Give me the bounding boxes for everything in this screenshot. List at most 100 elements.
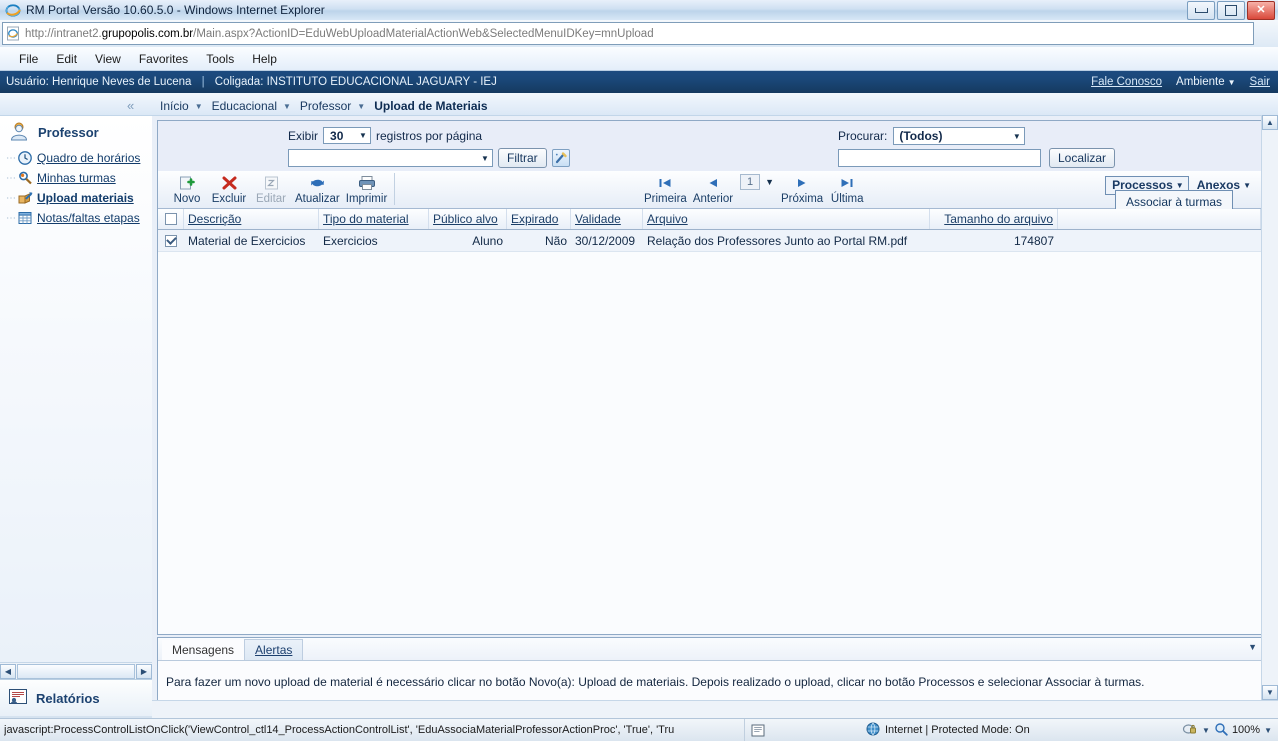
chevron-down-icon: ▼ (359, 131, 367, 140)
minimize-button[interactable] (1187, 1, 1215, 20)
address-bar: http://intranet2.grupopolis.com.br/Main.… (0, 20, 1278, 58)
fale-conosco-link[interactable]: Fale Conosco (1091, 76, 1162, 88)
procurar-label: Procurar: (838, 129, 888, 143)
column-header-arquivo[interactable]: Arquivo (643, 209, 930, 229)
sidebar-item-label[interactable]: Minhas turmas (37, 171, 116, 185)
scroll-thumb[interactable] (17, 664, 135, 679)
sidebar-item-label[interactable]: Upload materiais (37, 191, 134, 205)
clock-icon (17, 150, 33, 166)
localizar-input[interactable] (838, 149, 1041, 167)
imprimir-button[interactable]: Imprimir (343, 172, 391, 205)
proxima-button[interactable]: Próxima (778, 172, 826, 205)
ambiente-label: Ambiente (1176, 76, 1225, 88)
scroll-up-icon[interactable]: ▲ (1262, 115, 1278, 130)
table-row[interactable]: Material de Exercicios Exercicios Aluno … (158, 230, 1261, 252)
grades-icon (17, 210, 33, 226)
atualizar-button[interactable]: Atualizar (292, 172, 343, 205)
scroll-down-icon[interactable]: ▼ (1262, 685, 1278, 700)
editar-button[interactable]: Editar (250, 172, 292, 205)
sidebar-item-notas-faltas-etapas[interactable]: ⋯ Notas/faltas etapas (0, 208, 152, 228)
breadcrumb: Início ▼ Educacional ▼ Professor ▼ Upload d… (157, 99, 491, 113)
sidebar-item-label[interactable]: Quadro de horários (37, 151, 140, 165)
sidebar-item-minhas-turmas[interactable]: ⋯ Minhas turmas (0, 168, 152, 188)
localizar-button[interactable]: Localizar (1049, 148, 1116, 168)
chevron-down-icon[interactable]: ▼ (1202, 726, 1210, 735)
security-zone[interactable]: Internet | Protected Mode: On (866, 722, 1030, 739)
records-per-page-value: 30 (330, 128, 344, 143)
print-icon (358, 174, 376, 192)
current-page-input[interactable]: 1 (740, 173, 761, 190)
records-per-page-select[interactable]: 30 ▼ (323, 127, 372, 144)
address-input[interactable]: http://intranet2.grupopolis.com.br/Main.… (2, 22, 1254, 45)
pager-label: Última (830, 193, 864, 205)
column-header-tipo-do-material[interactable]: Tipo do material (319, 209, 429, 229)
tab-alertas[interactable]: Alertas (244, 639, 304, 660)
chevron-down-icon[interactable]: ▼ (765, 177, 774, 187)
procurar-select[interactable]: (Todos) ▼ (893, 127, 1026, 145)
procurar-row: Procurar: (Todos) ▼ (838, 127, 1026, 145)
scroll-left-icon[interactable]: ◀ (0, 664, 16, 679)
magic-wand-icon[interactable] (551, 149, 570, 167)
menu-tools[interactable]: Tools (197, 50, 243, 68)
anterior-button[interactable]: Anterior (690, 172, 736, 205)
collapse-sidebar-icon[interactable]: « (127, 98, 134, 113)
scroll-right-icon[interactable]: ▶ (136, 664, 152, 679)
expand-messages-icon[interactable]: ▼ (1248, 642, 1257, 652)
window-title: RM Portal Versão 10.60.5.0 - Windows Int… (26, 3, 325, 17)
upload-materials-panel: Exibir 30 ▼ registros por página ▼ Filtr… (157, 120, 1264, 635)
sidebar-reports-section[interactable]: Relatórios (0, 679, 161, 716)
select-all-checkbox[interactable] (164, 213, 177, 225)
column-header-validade[interactable]: Validade (571, 209, 643, 229)
globe-icon (866, 722, 880, 739)
tree-line: ⋯ (6, 192, 16, 204)
menu-file[interactable]: File (10, 50, 47, 68)
cell-arquivo: Relação dos Professores Junto ao Portal … (647, 233, 908, 248)
column-header-descricao[interactable]: Descrição (184, 209, 319, 229)
zoom-controls[interactable]: ▼ 100% ▼ (1182, 722, 1272, 739)
menu-edit[interactable]: Edit (47, 50, 86, 68)
novo-button[interactable]: Novo (166, 172, 208, 205)
row-checkbox[interactable] (165, 234, 177, 247)
menu-item-associar-a-turmas[interactable]: Associar à turmas (1126, 195, 1222, 209)
chevron-down-icon: ▼ (357, 101, 366, 111)
registros-label: registros por página (376, 128, 483, 143)
column-header-publico-alvo[interactable]: Público alvo (429, 209, 507, 229)
column-header-expirado[interactable]: Expirado (507, 209, 571, 229)
sidebar-item-quadro-de-horarios[interactable]: ⋯ Quadro de horários (0, 148, 152, 168)
close-button[interactable]: ✕ (1247, 1, 1275, 20)
column-header-tamanho-do-arquivo[interactable]: Tamanho do arquivo (930, 209, 1058, 229)
upload-icon (17, 190, 33, 206)
tab-mensagens[interactable]: Mensagens (162, 640, 245, 660)
breadcrumb-item-inicio[interactable]: Início (157, 99, 192, 113)
delete-icon (221, 174, 238, 192)
row-select-cell[interactable] (158, 230, 184, 251)
classes-icon (17, 170, 33, 186)
excluir-button[interactable]: Excluir (208, 172, 250, 205)
window-controls: ✕ (1187, 1, 1275, 20)
filter-select[interactable]: ▼ (288, 149, 493, 167)
pagination-controls: Primeira Anterior 1 ▼ Próxima Última (641, 172, 868, 205)
sair-link[interactable]: Sair (1250, 76, 1270, 88)
maximize-button[interactable] (1217, 1, 1245, 20)
content-vertical-scrollbar[interactable]: ▲ ▼ (1261, 115, 1278, 700)
ambiente-menu[interactable]: Ambiente ▼ (1176, 76, 1236, 88)
sidebar-item-upload-materiais[interactable]: ⋯ Upload materiais (0, 188, 152, 208)
breadcrumb-item-professor[interactable]: Professor (297, 99, 354, 113)
menu-help[interactable]: Help (243, 50, 286, 68)
menu-favorites[interactable]: Favorites (130, 50, 197, 68)
privacy-icon[interactable] (1182, 722, 1198, 739)
materials-grid: Descrição Tipo do material Público alvo … (158, 209, 1261, 252)
last-page-icon (839, 174, 855, 192)
menu-view[interactable]: View (86, 50, 130, 68)
primeira-button[interactable]: Primeira (641, 172, 690, 205)
status-js-text: javascript:ProcessControlListOnClick('Vi… (4, 724, 675, 736)
sidebar-horizontal-scrollbar[interactable]: ◀ ▶ (0, 662, 153, 680)
ultima-button[interactable]: Última (826, 172, 868, 205)
chevron-down-icon[interactable]: ▼ (1264, 726, 1272, 735)
filtrar-button[interactable]: Filtrar (498, 148, 547, 168)
professor-avatar-icon (8, 120, 30, 145)
internet-explorer-icon (5, 2, 21, 18)
breadcrumb-item-educacional[interactable]: Educacional (209, 99, 280, 113)
select-all-header[interactable] (158, 209, 184, 229)
sidebar-item-label[interactable]: Notas/faltas etapas (37, 211, 140, 225)
